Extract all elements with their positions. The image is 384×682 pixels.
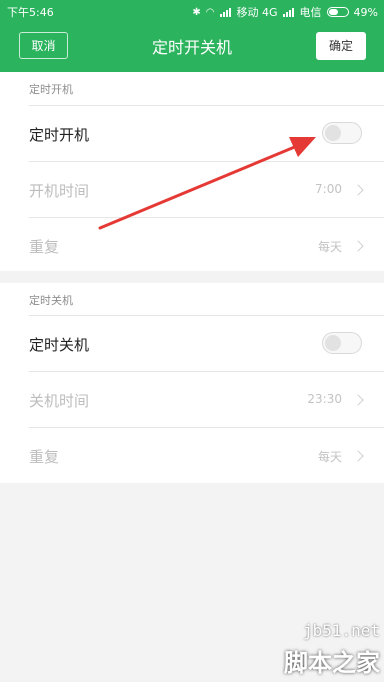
power-off-time-label: 关机时间 xyxy=(29,392,90,410)
power-on-toggle[interactable] xyxy=(322,122,362,144)
chevron-right-icon xyxy=(352,184,364,196)
power-on-repeat-row[interactable]: 重复 每天 xyxy=(29,217,384,274)
section-label-power-off: 定时关机 xyxy=(29,294,73,307)
watermark: jb51.net 脚本之家 xyxy=(277,615,384,682)
power-off-toggle-row[interactable]: 定时关机 xyxy=(29,315,384,372)
signal-icon-2 xyxy=(282,7,295,17)
power-on-repeat-label: 重复 xyxy=(29,238,60,256)
toggle-knob xyxy=(325,335,341,351)
status-time: 下午5:46 xyxy=(7,6,54,19)
power-on-time-value: 7:00 xyxy=(315,182,342,196)
power-off-repeat-label: 重复 xyxy=(29,448,60,466)
status-bar: 下午5:46 ✱ ◠ 移动 4G 电信 49% xyxy=(0,0,384,22)
battery-level: 49% xyxy=(353,5,378,19)
toggle-knob xyxy=(325,125,341,141)
section-label-power-on: 定时开机 xyxy=(29,83,73,96)
power-on-toggle-row[interactable]: 定时开机 xyxy=(29,105,384,162)
power-off-repeat-value: 每天 xyxy=(317,450,342,464)
power-off-toggle[interactable] xyxy=(322,332,362,354)
watermark-url: jb51.net xyxy=(302,621,380,640)
power-off-toggle-label: 定时关机 xyxy=(29,336,90,354)
battery-icon xyxy=(326,7,349,17)
power-on-section: 定时开机 定时开机 开机时间 7:00 重复 每天 xyxy=(0,72,384,271)
chevron-right-icon xyxy=(352,450,364,462)
chevron-right-icon xyxy=(352,240,364,252)
top-bar: 下午5:46 ✱ ◠ 移动 4G 电信 49% 取消 定时开关机 确定 xyxy=(0,0,384,72)
bluetooth-icon: ✱ xyxy=(192,6,201,18)
power-off-time-value: 23:30 xyxy=(307,392,342,406)
confirm-button[interactable]: 确定 xyxy=(316,32,366,60)
wifi-icon: ◠ xyxy=(205,6,215,18)
power-off-repeat-row[interactable]: 重复 每天 xyxy=(29,427,384,484)
signal-icon xyxy=(219,7,232,17)
status-right: ✱ ◠ 移动 4G 电信 49% xyxy=(192,4,378,20)
power-on-toggle-label: 定时开机 xyxy=(29,126,90,144)
carrier-2: 电信 xyxy=(299,6,322,19)
power-on-repeat-value: 每天 xyxy=(317,240,342,254)
navigation-bar: 取消 定时开关机 确定 xyxy=(0,22,384,72)
power-on-time-row[interactable]: 开机时间 7:00 xyxy=(29,161,384,218)
watermark-name: 脚本之家 xyxy=(284,649,380,677)
carrier-1: 移动 4G xyxy=(236,6,278,19)
power-off-time-row[interactable]: 关机时间 23:30 xyxy=(29,371,384,428)
power-on-time-label: 开机时间 xyxy=(29,182,90,200)
power-off-section: 定时关机 定时关机 关机时间 23:30 重复 每天 xyxy=(0,283,384,483)
chevron-right-icon xyxy=(352,394,364,406)
